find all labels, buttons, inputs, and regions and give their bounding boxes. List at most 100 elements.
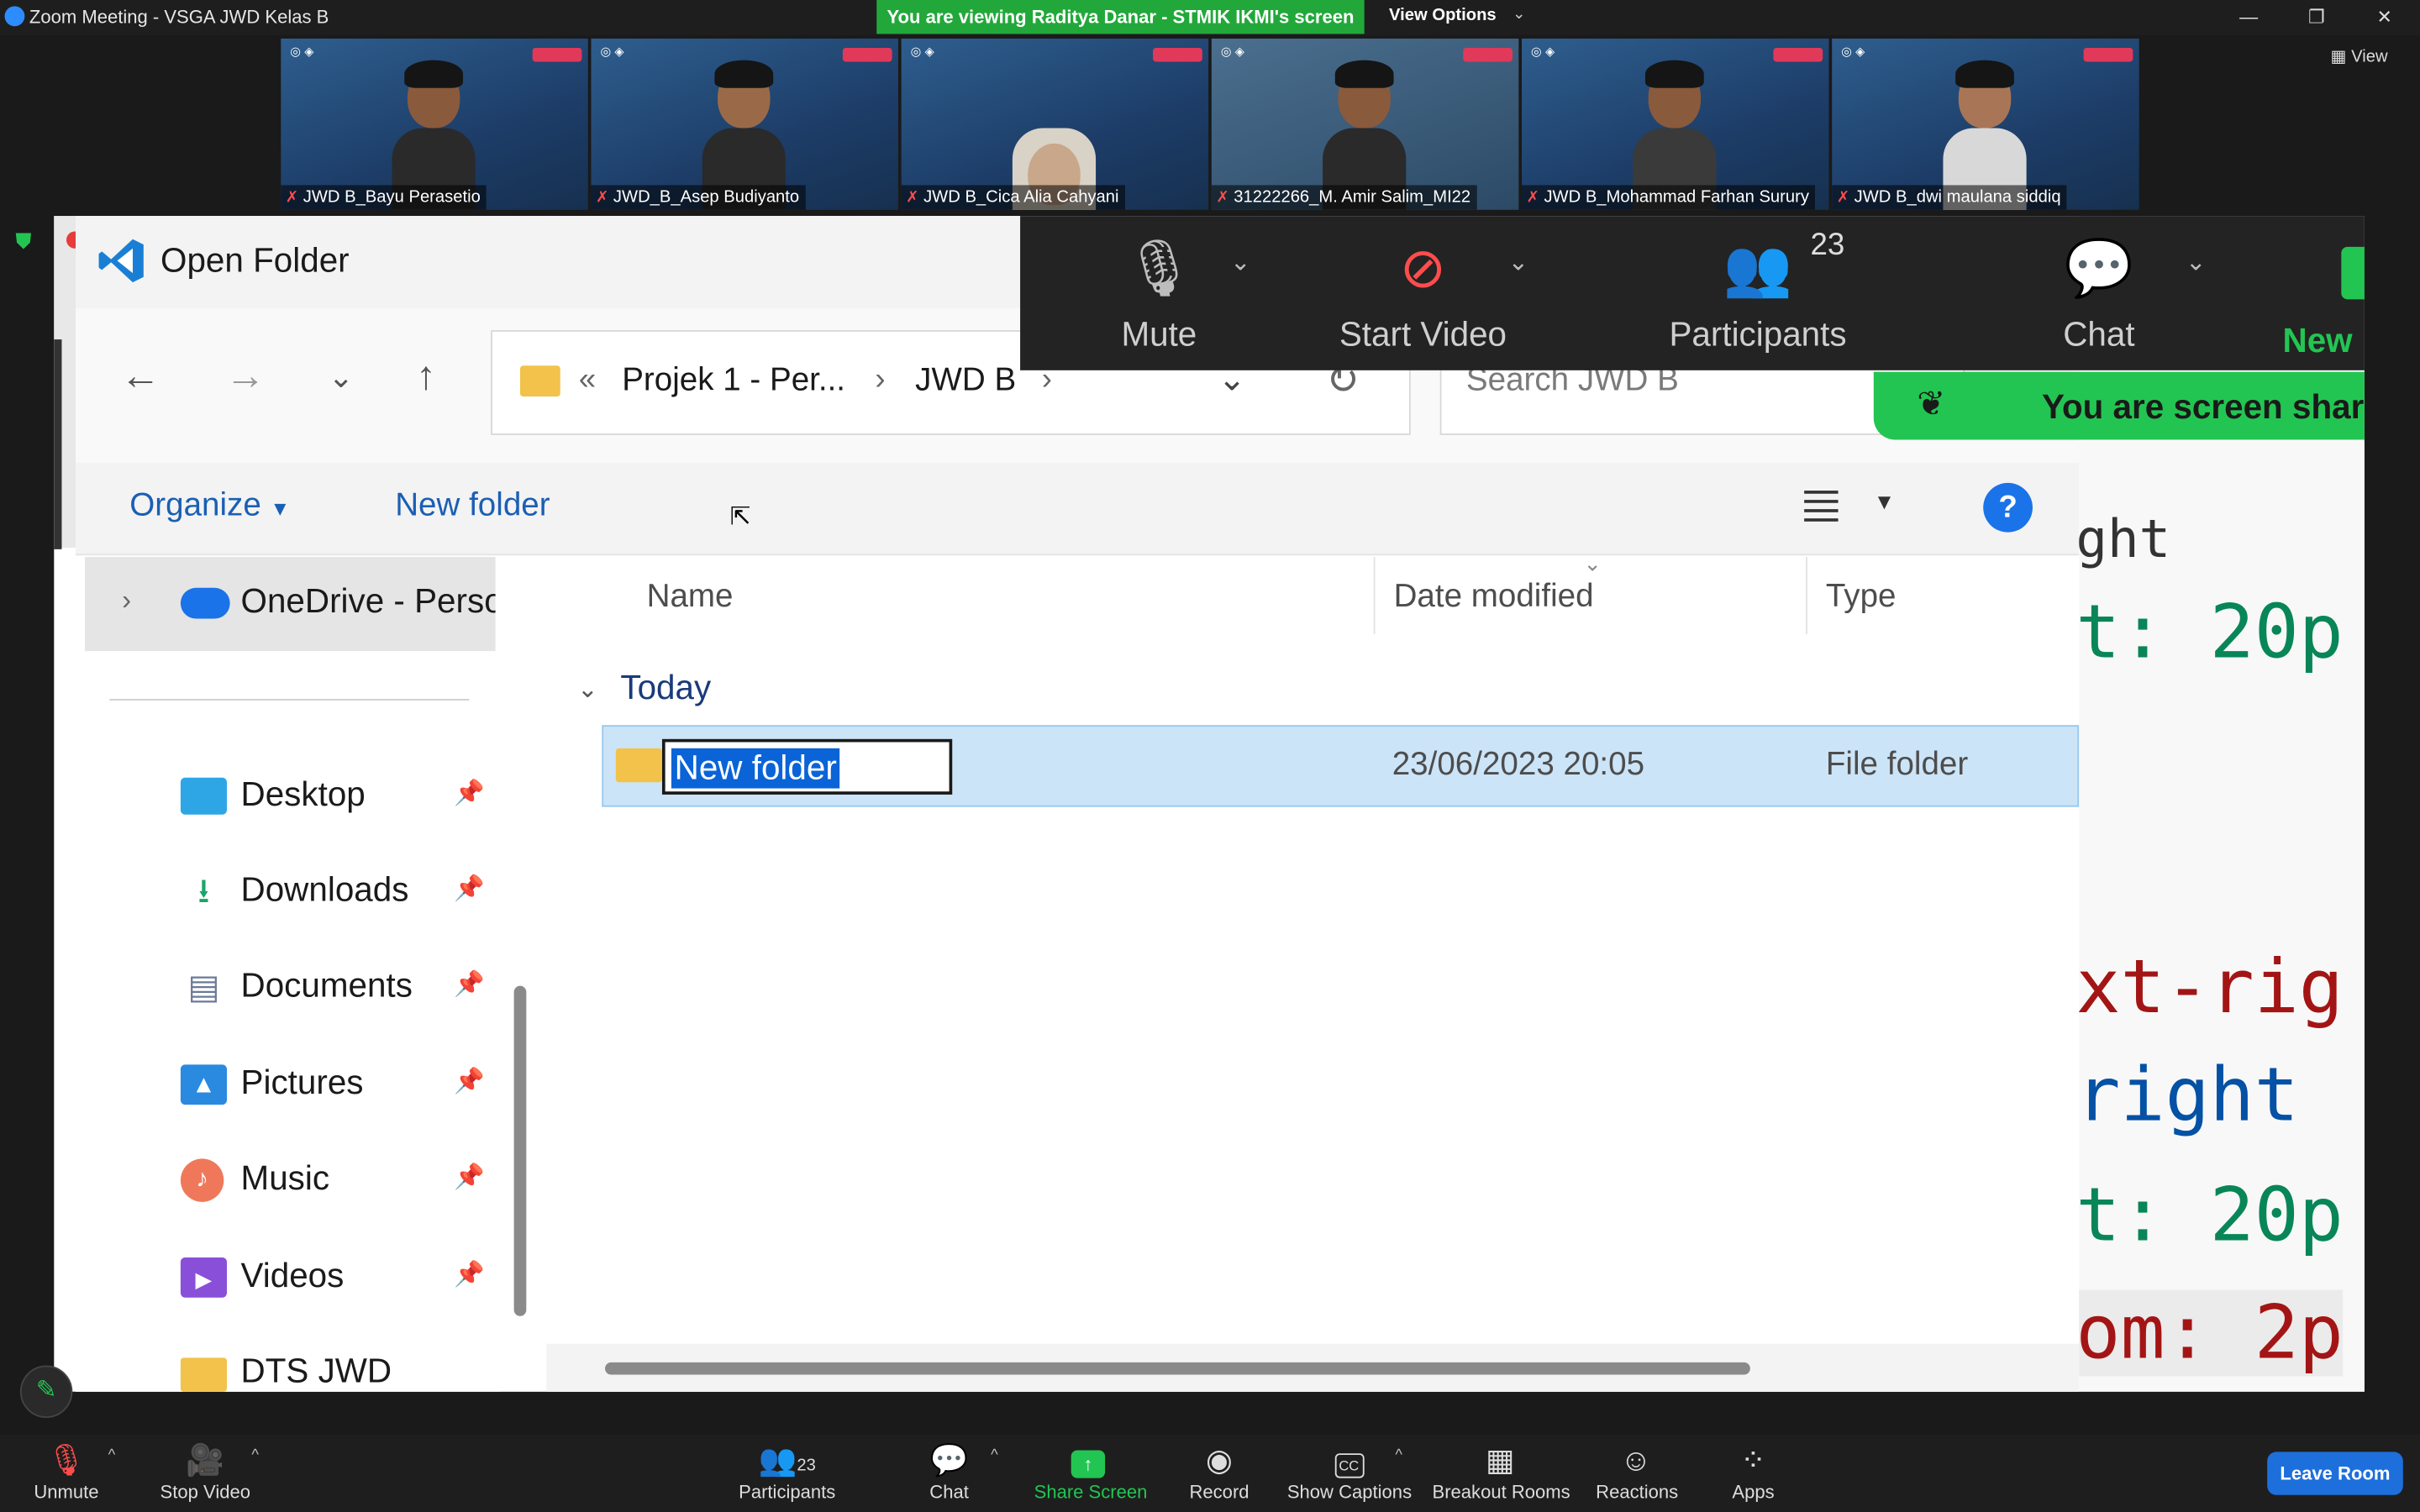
caret-up-icon[interactable]: ^ <box>108 1447 116 1464</box>
caret-up-icon[interactable]: ^ <box>991 1447 998 1464</box>
tile-logos: ◎ ◈ <box>1841 45 1865 59</box>
breadcrumb-segment[interactable]: Projek 1 - Per... <box>622 363 845 400</box>
recent-locations-chevron-icon[interactable]: ⌄ <box>310 358 371 396</box>
breakout-rooms-button[interactable]: ▦ Breakout Rooms <box>1432 1441 1570 1503</box>
share-screen-button[interactable]: ↑ Share Screen <box>1034 1441 1148 1503</box>
stop-video-button[interactable]: 🎥 Stop Video <box>157 1441 253 1503</box>
column-header-name[interactable]: Name <box>647 579 734 616</box>
address-overflow[interactable]: « <box>579 363 596 398</box>
pin-icon[interactable]: 📌 <box>454 778 485 809</box>
sidebar-item-videos[interactable]: ▶ Videos 📌 <box>76 1241 500 1318</box>
pin-icon[interactable]: 📌 <box>454 1162 485 1193</box>
pictures-icon: ▲ <box>180 1064 228 1105</box>
breadcrumb-segment[interactable]: JWD B <box>915 363 1016 400</box>
folder-icon <box>519 365 560 397</box>
sidebar-item-downloads[interactable]: ⭳ Downloads 📌 <box>76 855 500 932</box>
participant-tile[interactable]: ◎ ◈ ✗ JWD_B_Asep Budiyanto <box>591 38 898 210</box>
start-video-button[interactable]: ⊘ Start Video <box>1326 234 1520 354</box>
sidebar-item-documents[interactable]: ▤ Documents 📌 <box>76 950 500 1027</box>
participant-name: ✗ JWD_B_Asep Budiyanto <box>591 185 806 210</box>
participant-tile[interactable]: ◎ ◈ ✗ JWD B_Cica Alia Cahyani <box>901 38 1209 210</box>
participants-button[interactable]: 👥23 Participants <box>738 1441 837 1503</box>
show-captions-button[interactable]: CC Show Captions <box>1287 1441 1412 1503</box>
file-type: File folder <box>1825 746 1969 783</box>
chevron-right-icon[interactable]: › <box>122 585 131 617</box>
chat-label: Chat <box>929 1481 969 1503</box>
code-line: ght <box>2079 509 2171 571</box>
dialog-title: Open Folder <box>160 240 350 280</box>
chevron-down-icon[interactable]: ⌄ <box>2186 247 2207 278</box>
annotate-pencil-icon[interactable]: ✎ <box>19 1365 73 1418</box>
chat-button[interactable]: 💬 Chat <box>926 1441 972 1503</box>
mute-button[interactable]: 🎙 Mute <box>1110 234 1209 354</box>
leave-room-button[interactable]: Leave Room <box>2267 1452 2403 1495</box>
column-separator[interactable] <box>1373 557 1376 634</box>
gallery-view-button[interactable]: ▦ View <box>2330 46 2387 66</box>
record-button[interactable]: ◉ Record <box>1188 1441 1249 1503</box>
organize-button[interactable]: Organize ▼ <box>129 487 290 524</box>
participant-tile[interactable]: ◎ ◈ ✗ JWD B_Mohammad Farhan Surury <box>1522 38 1829 210</box>
code-editor-peek: ght t: 20p xt-rig right t: 20p om: 2p <box>2079 441 2365 1392</box>
participant-tile[interactable]: ◎ ◈ ✗ JWD B_dwi maulana siddiq <box>1832 38 2139 210</box>
new-share-label[interactable]: New <box>2283 321 2353 361</box>
close-button[interactable]: ✕ <box>2361 3 2407 31</box>
maximize-button[interactable]: ❐ <box>2293 3 2339 31</box>
chevron-down-icon[interactable]: ⌄ <box>1512 6 1525 23</box>
apps-button[interactable]: ⁘ Apps <box>1728 1441 1778 1503</box>
view-options-button[interactable]: View Options <box>1389 6 1497 24</box>
up-arrow-icon[interactable]: ↑ <box>395 352 456 400</box>
reactions-label: Reactions <box>1596 1481 1679 1503</box>
shield-icon[interactable]: ⛊ <box>15 228 39 256</box>
documents-icon: ▤ <box>187 967 220 1006</box>
column-separator[interactable] <box>1805 557 1807 634</box>
sidebar-item-pictures[interactable]: ▲ Pictures 📌 <box>76 1047 500 1125</box>
sidebar-item-music[interactable]: ♪ Music 📌 <box>76 1143 500 1221</box>
unmute-button[interactable]: 🎙 Unmute <box>31 1441 102 1503</box>
table-row[interactable]: New folder 23/06/2023 20:05 File folder <box>602 725 2080 807</box>
pin-icon[interactable]: 📌 <box>454 1259 485 1290</box>
column-header-type[interactable]: Type <box>1826 579 1897 616</box>
group-header[interactable]: Today <box>620 668 711 708</box>
forward-arrow-icon[interactable]: → <box>214 352 276 400</box>
minimize-button[interactable]: — <box>2226 3 2272 31</box>
pin-icon[interactable]: 📌 <box>454 874 485 905</box>
caret-down-icon[interactable]: ▼ <box>1874 489 1895 513</box>
sidebar-item-label: DTS JWD <box>240 1351 392 1390</box>
chat-button[interactable]: 💬 Chat <box>2062 234 2136 354</box>
sidebar-item-desktop[interactable]: Desktop 📌 <box>76 759 500 837</box>
chevron-down-icon[interactable]: ⌄ <box>1507 247 1528 278</box>
participant-tile[interactable]: ◎ ◈ ✗ JWD B_Bayu Perasetio <box>281 38 588 210</box>
pin-icon[interactable]: 📌 <box>454 969 485 1000</box>
back-arrow-icon[interactable]: ← <box>109 352 171 400</box>
nav-scrollbar[interactable] <box>513 985 527 1316</box>
caret-up-icon[interactable]: ^ <box>251 1447 259 1464</box>
new-folder-button[interactable]: New folder <box>395 487 550 524</box>
column-header-date[interactable]: Date modified <box>1394 579 1594 616</box>
videos-icon: ▶ <box>180 1257 228 1298</box>
chevron-down-icon[interactable]: ⌄ <box>1230 247 1251 278</box>
code-line: t: 20p <box>2079 589 2344 676</box>
participant-tile[interactable]: ◎ ◈ ✗ 31222266_M. Amir Salim_MI22 <box>1211 38 1519 210</box>
rename-input[interactable]: New folder <box>661 738 953 795</box>
sidebar-item-dts-jwd[interactable]: DTS JWD <box>76 1336 500 1414</box>
tile-badge <box>1773 47 1823 62</box>
new-share-icon[interactable] <box>2341 246 2365 300</box>
rename-selection[interactable]: New folder <box>671 748 840 789</box>
chevron-down-icon[interactable]: ⌄ <box>577 675 598 706</box>
stop-video-label: Stop Video <box>160 1481 251 1503</box>
view-menu-icon[interactable] <box>1804 491 1839 522</box>
horizontal-scrollbar[interactable] <box>605 1362 1750 1375</box>
reactions-button[interactable]: ☺ Reactions <box>1596 1441 1679 1503</box>
caret-up-icon[interactable]: ^ <box>1395 1447 1402 1464</box>
tile-badge <box>842 47 892 62</box>
pin-icon[interactable]: 📌 <box>454 1066 485 1097</box>
share-screen-label: Share Screen <box>1034 1481 1148 1503</box>
sort-chevron-icon: ⌄ <box>1583 550 1602 576</box>
sidebar-item-onedrive[interactable]: › OneDrive - Personal <box>85 557 496 652</box>
start-video-label: Start Video <box>1339 314 1507 354</box>
vscode-logo-icon <box>98 239 144 283</box>
chevron-right-icon[interactable]: › <box>875 363 885 398</box>
help-icon[interactable]: ? <box>1983 482 2033 533</box>
screen-sharing-notice[interactable]: ❦ You are screen shar <box>1873 371 2365 440</box>
captions-icon: CC <box>1287 1441 1411 1482</box>
